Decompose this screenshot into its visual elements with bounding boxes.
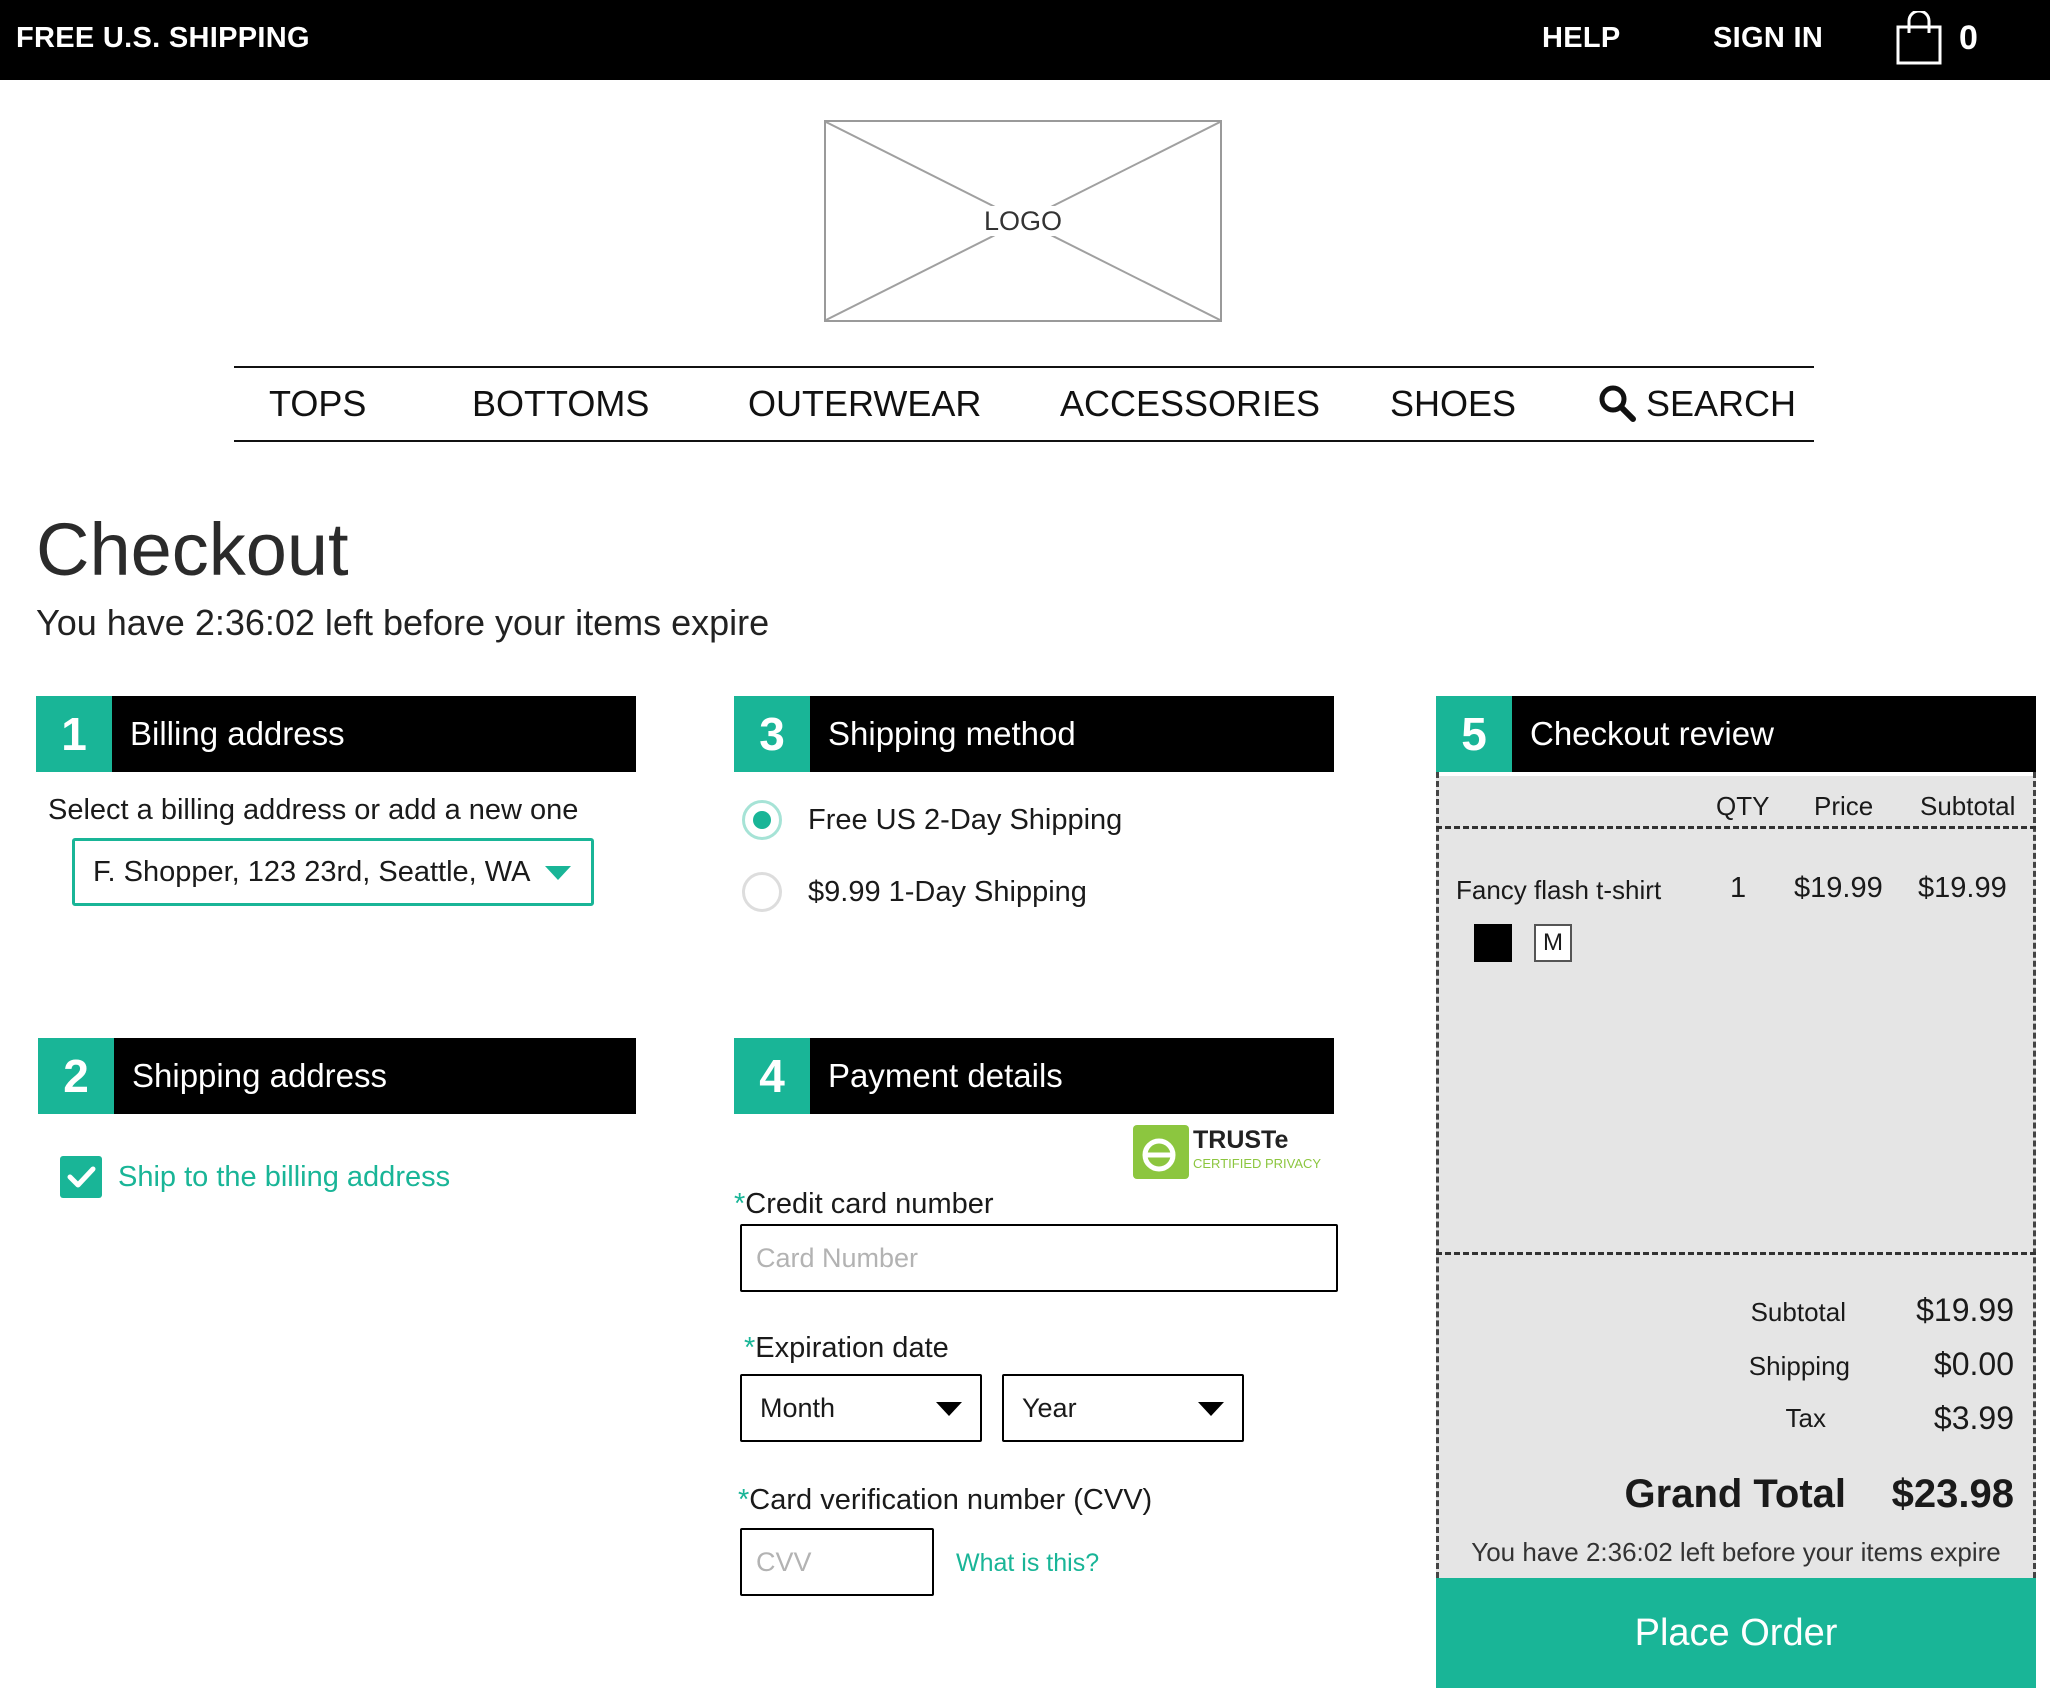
expiration-label-text: Expiration date <box>755 1332 949 1364</box>
section-title: Billing address <box>130 715 345 752</box>
step-number: 5 <box>1436 696 1512 772</box>
chevron-down-icon <box>936 1402 962 1416</box>
chevron-down-icon <box>1198 1402 1224 1416</box>
cvv-label: *Card verification number (CVV) <box>738 1482 1152 1518</box>
expiry-timer: You have 2:36:02 left before your items … <box>36 602 770 643</box>
truste-name: TRUSTe <box>1193 1126 1289 1154</box>
nav-search[interactable]: SEARCH <box>1598 368 1796 440</box>
payment-section-header: 4 Payment details <box>734 1038 1334 1114</box>
billing-section-header: 1 Billing address <box>36 696 636 772</box>
year-value: Year <box>1022 1393 1077 1423</box>
shipping-value: $0.00 <box>1933 1346 2014 1382</box>
subtotal-label: Subtotal <box>1750 1297 1846 1327</box>
item-price: $19.99 <box>1794 872 1883 904</box>
checkout-review-section-header: 5 Checkout review <box>1436 696 2036 772</box>
search-icon <box>1599 385 1636 422</box>
ship-to-billing-checkbox[interactable] <box>60 1156 102 1198</box>
shipping-method-section-header: 3 Shipping method <box>734 696 1334 772</box>
shipping-option-radio-express[interactable] <box>742 872 782 912</box>
billing-address-select[interactable]: F. Shopper, 123 23rd, Seattle, WA <box>72 838 594 906</box>
step-number: 4 <box>734 1038 810 1114</box>
expiration-month-select[interactable]: Month <box>740 1374 982 1442</box>
logo-label: LOGO <box>979 206 1067 236</box>
billing-instruction: Select a billing address or add a new on… <box>48 794 579 826</box>
search-label: SEARCH <box>1646 383 1797 424</box>
card-number-label-text: Credit card number <box>745 1188 994 1220</box>
month-value: Month <box>760 1393 836 1423</box>
logo-placeholder[interactable]: LOGO <box>824 120 1222 322</box>
nav-item-outerwear[interactable]: OUTERWEAR <box>748 368 981 440</box>
card-number-input[interactable]: Card Number <box>740 1224 1338 1292</box>
place-order-button[interactable]: Place Order <box>1436 1578 2036 1688</box>
nav-item-tops[interactable]: TOPS <box>269 368 366 440</box>
divider <box>1436 1252 2036 1255</box>
col-header-qty: QTY <box>1716 791 1770 821</box>
item-qty: 1 <box>1730 872 1747 904</box>
item-name: Fancy flash t-shirt <box>1456 875 1662 905</box>
shipping-option-radio-free[interactable] <box>742 800 782 840</box>
section-title: Checkout review <box>1530 715 1774 752</box>
chevron-down-icon <box>545 866 571 880</box>
card-number-placeholder: Card Number <box>756 1243 919 1273</box>
divider <box>1436 826 2036 829</box>
section-title: Shipping method <box>828 715 1076 752</box>
billing-address-value: F. Shopper, 123 23rd, Seattle, WA <box>93 856 531 888</box>
nav-item-shoes[interactable]: SHOES <box>1390 368 1516 440</box>
ship-to-billing-label[interactable]: Ship to the billing address <box>118 1156 450 1198</box>
section-title: Shipping address <box>132 1057 388 1094</box>
grand-total-value: $23.98 <box>1891 1472 2014 1516</box>
cvv-input[interactable]: CVV <box>740 1528 934 1596</box>
sign-in-link[interactable]: SIGN IN <box>1713 0 1823 76</box>
item-size-badge: M <box>1534 924 1572 962</box>
checkmark-icon <box>67 1166 96 1188</box>
required-mark: * <box>744 1332 756 1364</box>
step-number: 1 <box>36 696 112 772</box>
shipping-option-label[interactable]: Free US 2-Day Shipping <box>808 800 1122 840</box>
page-title: Checkout <box>36 508 349 591</box>
subtotal-value: $19.99 <box>1916 1292 2014 1328</box>
cvv-placeholder: CVV <box>756 1547 812 1577</box>
col-header-subtotal: Subtotal <box>1920 791 2016 821</box>
free-shipping-promo: FREE U.S. SHIPPING <box>16 22 310 54</box>
nav-item-accessories[interactable]: ACCESSORIES <box>1060 368 1320 440</box>
section-title: Payment details <box>828 1057 1063 1094</box>
main-nav: TOPS BOTTOMS OUTERWEAR ACCESSORIES SHOES… <box>234 366 1814 442</box>
item-subtotal: $19.99 <box>1918 872 2007 904</box>
step-number: 3 <box>734 696 810 772</box>
expiration-year-select[interactable]: Year <box>1002 1374 1244 1442</box>
cart-count[interactable]: 0 <box>1959 0 1978 76</box>
shipping-label: Shipping <box>1748 1351 1850 1381</box>
required-mark: * <box>738 1484 750 1516</box>
truste-sub: CERTIFIED PRIVACY <box>1193 1156 1322 1171</box>
required-mark: * <box>734 1188 746 1220</box>
item-color-swatch <box>1474 924 1512 962</box>
tax-label: Tax <box>1785 1403 1826 1433</box>
nav-item-bottoms[interactable]: BOTTOMS <box>472 368 649 440</box>
expiration-label: *Expiration date <box>744 1330 949 1366</box>
truste-icon <box>1133 1125 1189 1179</box>
cvv-label-text: Card verification number (CVV) <box>749 1484 1153 1516</box>
cvv-help-link[interactable]: What is this? <box>956 1546 1099 1580</box>
col-header-price: Price <box>1814 791 1874 821</box>
cart-icon[interactable] <box>1894 9 1944 70</box>
panel-border-left <box>1436 772 1439 1578</box>
top-bar: FREE U.S. SHIPPING HELP SIGN IN 0 <box>0 0 2050 80</box>
card-number-label: *Credit card number <box>734 1186 994 1222</box>
help-link[interactable]: HELP <box>1542 0 1621 76</box>
truste-badge: TRUSTe CERTIFIED PRIVACY <box>1133 1124 1333 1180</box>
shipping-option-label[interactable]: $9.99 1-Day Shipping <box>808 872 1087 912</box>
tax-value: $3.99 <box>1933 1400 2014 1436</box>
review-expiry-timer: You have 2:36:02 left before your items … <box>1471 1537 2001 1567</box>
step-number: 2 <box>38 1038 114 1114</box>
shipping-address-section-header: 2 Shipping address <box>38 1038 636 1114</box>
panel-border-right <box>2033 772 2036 1578</box>
grand-total-label: Grand Total <box>1624 1472 1846 1516</box>
